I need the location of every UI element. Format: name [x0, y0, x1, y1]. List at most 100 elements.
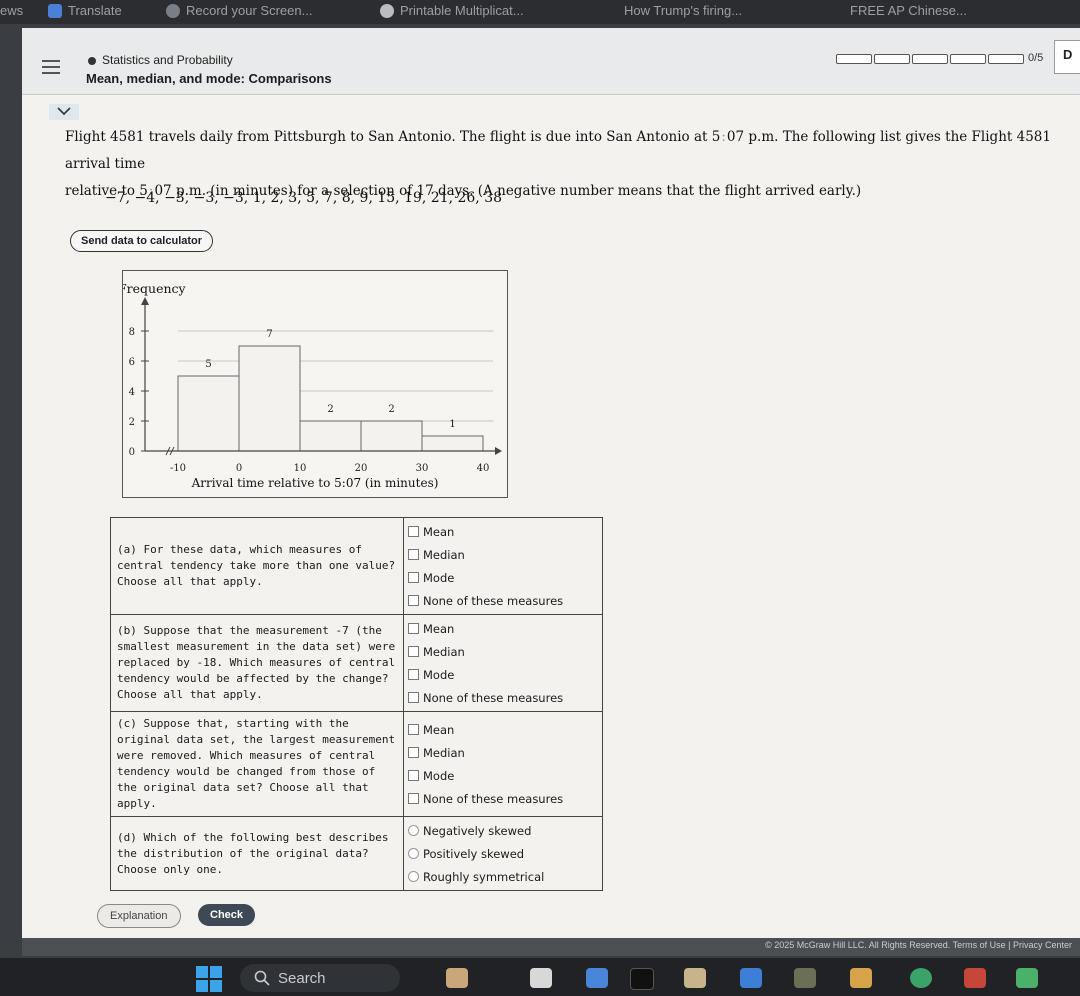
checkbox[interactable] [408, 623, 419, 634]
bar-value-label: 2 [327, 404, 333, 415]
checkbox[interactable] [408, 572, 419, 583]
histogram-bar [177, 375, 240, 452]
widgets-icon[interactable] [446, 968, 468, 988]
answer-options: Mean Median Mode None of these measures [403, 614, 603, 712]
search-icon [254, 970, 270, 986]
option-label: Median [423, 547, 465, 562]
option-label: Mean [423, 621, 455, 636]
answer-option[interactable]: Mean [408, 520, 598, 543]
bookmark-printable[interactable]: Printable Multiplicat... [380, 3, 524, 18]
bookmark-label: Translate [68, 3, 122, 18]
bookmark-record-screen[interactable]: Record your Screen... [166, 3, 312, 18]
send-data-to-calculator-button[interactable]: Send data to calculator [70, 230, 214, 252]
histogram-bar [299, 420, 362, 452]
answer-option[interactable]: Median [408, 640, 598, 663]
footer-bar: © 2025 McGraw Hill LLC. All Rights Reser… [22, 938, 1080, 956]
answer-option[interactable]: Mode [408, 566, 598, 589]
menu-icon[interactable] [42, 60, 60, 74]
checkbox[interactable] [408, 793, 419, 804]
answer-option[interactable]: Positively skewed [408, 842, 598, 865]
answer-options: Mean Median Mode None of these measures [403, 517, 603, 615]
bookmark-ews[interactable]: ews [0, 3, 23, 18]
y-tick-label: 4 [129, 387, 135, 398]
bookmark-translate[interactable]: Translate [48, 3, 122, 18]
os-taskbar: Search [0, 958, 1080, 996]
y-tick-label: 0 [129, 447, 135, 458]
progress-segment [912, 54, 948, 64]
app-icon[interactable] [684, 968, 706, 988]
checkbox[interactable] [408, 646, 419, 657]
answer-option[interactable]: Mean [408, 617, 598, 640]
checkbox[interactable] [408, 770, 419, 781]
x-tick-label: -10 [170, 463, 186, 474]
option-label: Mean [423, 524, 455, 539]
checkbox[interactable] [408, 747, 419, 758]
lesson-header: Statistics and Probability Mean, median,… [22, 28, 1080, 95]
option-label: Mode [423, 570, 455, 585]
progress-segment [988, 54, 1024, 64]
topic-dot-icon [88, 57, 96, 65]
radio-button[interactable] [408, 848, 419, 859]
edge-icon[interactable] [586, 968, 608, 988]
folder-icon[interactable] [850, 968, 872, 988]
answer-option[interactable]: None of these measures [408, 589, 598, 612]
bar-value-label: 2 [388, 404, 394, 415]
app-icon[interactable] [740, 968, 762, 988]
answer-option[interactable]: Roughly symmetrical [408, 865, 598, 888]
answer-option[interactable]: Negatively skewed [408, 819, 598, 842]
google-icon [380, 3, 394, 18]
y-tick-label: 6 [129, 357, 135, 368]
answer-option[interactable]: Median [408, 543, 598, 566]
header-corner-button[interactable]: D [1054, 40, 1080, 74]
explanation-button[interactable]: Explanation [97, 904, 181, 928]
question-row: (c) Suppose that, starting with the orig… [110, 711, 603, 817]
bookmark-trump[interactable]: How Trump's firing... [624, 3, 742, 18]
check-button[interactable]: Check [198, 904, 256, 926]
histogram-panel: 5 7 2 2 1 0 2 4 6 8 -10 0 10 20 30 40 Frequency Arrival t… [118, 270, 508, 498]
checkbox[interactable] [408, 526, 419, 537]
option-label: Median [423, 644, 465, 659]
calculator-icon[interactable] [794, 968, 816, 988]
progress-segment [836, 54, 872, 64]
bar-value-label: 1 [449, 419, 455, 430]
windows-start-icon[interactable] [196, 966, 222, 992]
bookmark-label: Record your Screen... [186, 3, 313, 18]
answer-options: Mean Median Mode None of these measures [403, 711, 603, 817]
chrome-icon[interactable] [910, 968, 932, 988]
tiktok-icon[interactable] [630, 968, 654, 990]
bookmark-label: How Trump's firing... [624, 3, 743, 18]
option-label: Positively skewed [423, 846, 525, 861]
y-axis-arrow [141, 297, 149, 305]
answer-option[interactable]: Mean [408, 718, 598, 741]
file-explorer-icon[interactable] [530, 968, 552, 988]
checkbox[interactable] [408, 724, 419, 735]
bookmark-chinese[interactable]: FREE AP Chinese... [850, 3, 967, 18]
app-icon[interactable] [964, 968, 986, 988]
chevron-down-icon [57, 107, 71, 116]
answer-option[interactable]: Mode [408, 663, 598, 686]
checkbox[interactable] [408, 595, 419, 606]
question-row: (b) Suppose that the measurement -7 (the… [110, 614, 603, 712]
progress-segment [874, 54, 910, 64]
x-axis-arrow [495, 447, 502, 455]
checkbox[interactable] [408, 669, 419, 680]
record-icon [166, 3, 180, 18]
taskbar-search[interactable]: Search [240, 964, 400, 992]
answer-option[interactable]: Mode [408, 764, 598, 787]
answer-option[interactable]: Median [408, 741, 598, 764]
bookmark-label: Printable Multiplicat... [400, 3, 524, 18]
radio-button[interactable] [408, 825, 419, 836]
copyright-text: © 2025 McGraw Hill LLC. All Rights Reser… [765, 940, 1072, 950]
translate-icon [48, 3, 62, 18]
checkbox[interactable] [408, 549, 419, 560]
questions-table: (a) For these data, which measures of ce… [110, 517, 603, 891]
progress-segment [950, 54, 986, 64]
collapse-toggle[interactable] [49, 104, 79, 120]
answer-option[interactable]: None of these measures [408, 787, 598, 810]
radio-button[interactable] [408, 871, 419, 882]
page-title: Mean, median, and mode: Comparisons [86, 71, 332, 86]
answer-option[interactable]: None of these measures [408, 686, 598, 709]
histogram-chart: 572 2102468-10 0 10 20 30 40FrequencyArrival t… [118, 281, 502, 490]
app-icon[interactable] [1016, 968, 1038, 988]
checkbox[interactable] [408, 692, 419, 703]
